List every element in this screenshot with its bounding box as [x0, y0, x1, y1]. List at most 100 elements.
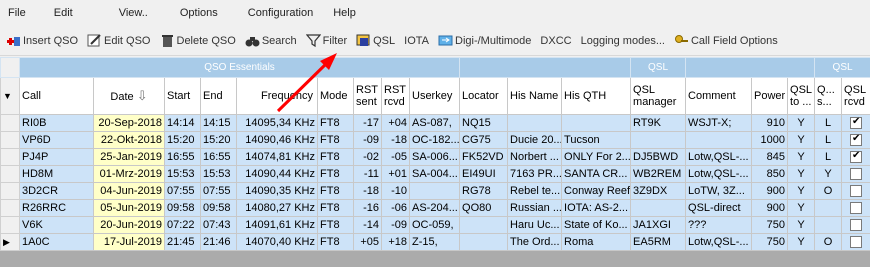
cell-power[interactable]: 845	[751, 148, 789, 166]
cell-call[interactable]: V6K	[19, 216, 94, 234]
cell-userkey[interactable]	[408, 182, 461, 200]
cell-locator[interactable]: RG78	[459, 182, 509, 200]
row-indicator[interactable]: ▶	[0, 233, 20, 251]
col-locator[interactable]: Locator	[459, 77, 509, 115]
col-date[interactable]: Date ⇩	[93, 77, 165, 115]
col-end[interactable]: End	[200, 77, 237, 115]
cell-frequency[interactable]: 14080,27 KHz	[236, 199, 318, 217]
cell-his-name[interactable]: Rebel te...	[507, 182, 563, 200]
cell-his-name[interactable]: The Ord...	[507, 233, 563, 251]
cell-call[interactable]: VP6D	[19, 131, 94, 149]
cell-userkey[interactable]: Z-15,	[408, 233, 461, 251]
cell-comment[interactable]: WSJT-X;	[685, 114, 753, 132]
dxcc-button[interactable]: DXCC	[534, 29, 574, 53]
col-his-name[interactable]: His Name	[507, 77, 563, 115]
menu-file[interactable]: File	[0, 7, 26, 19]
col-userkey[interactable]: Userkey	[408, 77, 461, 115]
menu-help[interactable]: Help	[325, 7, 356, 19]
cell-userkey[interactable]: OC-182...	[408, 131, 461, 149]
cell-mode[interactable]: FT8	[317, 182, 354, 200]
cell-power[interactable]: 900	[751, 199, 789, 217]
cell-comment[interactable]: ???	[685, 216, 753, 234]
menu-edit[interactable]: Edit	[46, 7, 73, 19]
cell-rst-sent[interactable]: -11	[353, 165, 382, 183]
cell-power[interactable]: 910	[751, 114, 789, 132]
cell-mode[interactable]: FT8	[317, 114, 354, 132]
cell-his-qth[interactable]: Conway Reef	[561, 182, 632, 200]
cell-comment[interactable]: Lotw,QSL-...	[685, 165, 753, 183]
cell-locator[interactable]	[459, 233, 509, 251]
cell-call[interactable]: HD8M	[19, 165, 94, 183]
filter-button[interactable]: Filter	[300, 29, 350, 53]
cell-start[interactable]: 07:55	[164, 182, 201, 200]
cell-rst-rcvd[interactable]: -05	[381, 148, 410, 166]
cell-qsl-manager[interactable]	[630, 199, 687, 217]
cell-rst-rcvd[interactable]: -10	[381, 182, 410, 200]
col-comment[interactable]: Comment	[685, 77, 753, 115]
cell-rst-sent[interactable]: -14	[353, 216, 382, 234]
cell-qsl-to[interactable]: Y	[787, 114, 816, 132]
cell-date[interactable]: 22-Okt-2018	[93, 131, 165, 149]
cell-qsl-manager[interactable]: DJ5BWD	[630, 148, 687, 166]
digi-multimode-button[interactable]: Digi-/Multimode	[432, 29, 534, 53]
cell-frequency[interactable]: 14090,35 KHz	[236, 182, 318, 200]
cell-his-qth[interactable]	[561, 114, 632, 132]
cell-qsl-manager[interactable]	[630, 131, 687, 149]
cell-qsl-rcvd[interactable]	[841, 148, 870, 166]
col-qsl-manager[interactable]: QSL manager	[630, 77, 687, 115]
cell-q-s[interactable]	[814, 216, 843, 234]
cell-userkey[interactable]: SA-004...	[408, 165, 461, 183]
cell-qsl-to[interactable]: Y	[787, 148, 816, 166]
qsl-rcvd-checkbox[interactable]	[850, 168, 863, 181]
table-row[interactable]: RI0B 20-Sep-2018 14:14 14:15 14095,34 KHz FT8…	[0, 114, 870, 132]
cell-rst-sent[interactable]: -17	[353, 114, 382, 132]
table-row[interactable]: PJ4P 25-Jan-2019 16:55 16:55 14074,81 KHz FT8…	[0, 148, 870, 166]
cell-frequency[interactable]: 14070,40 KHz	[236, 233, 318, 251]
cell-rst-rcvd[interactable]: -09	[381, 216, 410, 234]
cell-userkey[interactable]: AS-087,	[408, 114, 461, 132]
cell-comment[interactable]	[685, 131, 753, 149]
cell-start[interactable]: 07:22	[164, 216, 201, 234]
qsl-rcvd-checkbox[interactable]	[850, 150, 863, 164]
cell-call[interactable]: 3D2CR	[19, 182, 94, 200]
cell-end[interactable]: 09:58	[200, 199, 237, 217]
cell-end[interactable]: 15:53	[200, 165, 237, 183]
cell-rst-sent[interactable]: +05	[353, 233, 382, 251]
qsl-rcvd-checkbox[interactable]	[850, 116, 863, 130]
row-indicator[interactable]	[0, 199, 20, 217]
col-rst-rcvd[interactable]: RST rcvd	[381, 77, 410, 115]
cell-his-qth[interactable]: Roma	[561, 233, 632, 251]
qsl-rcvd-checkbox[interactable]	[850, 185, 863, 198]
cell-power[interactable]: 850	[751, 165, 789, 183]
cell-his-qth[interactable]: SANTA CR...	[561, 165, 632, 183]
cell-date[interactable]: 04-Jun-2019	[93, 182, 165, 200]
cell-start[interactable]: 16:55	[164, 148, 201, 166]
delete-qso-button[interactable]: Delete QSO	[154, 29, 239, 53]
col-frequency[interactable]: Frequency	[236, 77, 318, 115]
cell-date[interactable]: 20-Sep-2018	[93, 114, 165, 132]
cell-frequency[interactable]: 14090,44 KHz	[236, 165, 318, 183]
cell-rst-rcvd[interactable]: -18	[381, 131, 410, 149]
qso-grid[interactable]: QSO Essentials QSL QSL ▼ Call Date ⇩ Sta…	[0, 57, 870, 267]
cell-qsl-rcvd[interactable]	[841, 114, 870, 132]
cell-end[interactable]: 07:55	[200, 182, 237, 200]
cell-q-s[interactable]: L	[814, 148, 843, 166]
cell-qsl-manager[interactable]: JA1XGI	[630, 216, 687, 234]
qsl-rcvd-checkbox[interactable]	[850, 236, 863, 249]
insert-qso-button[interactable]: Insert QSO	[0, 29, 81, 53]
cell-userkey[interactable]: OC-059,	[408, 216, 461, 234]
cell-q-s[interactable]: L	[814, 131, 843, 149]
cell-qsl-rcvd[interactable]	[841, 131, 870, 149]
cell-frequency[interactable]: 14090,46 KHz	[236, 131, 318, 149]
search-button[interactable]: Search	[239, 29, 300, 53]
cell-rst-rcvd[interactable]: +04	[381, 114, 410, 132]
cell-his-name[interactable]: Ducie 20...	[507, 131, 563, 149]
cell-q-s[interactable]: L	[814, 114, 843, 132]
table-row[interactable]: HD8M 01-Mrz-2019 15:53 15:53 14090,44 KHz FT8…	[0, 165, 870, 183]
cell-qsl-manager[interactable]: WB2REM	[630, 165, 687, 183]
cell-rst-rcvd[interactable]: -06	[381, 199, 410, 217]
cell-qsl-to[interactable]: Y	[787, 165, 816, 183]
row-indicator[interactable]	[0, 148, 20, 166]
cell-frequency[interactable]: 14095,34 KHz	[236, 114, 318, 132]
row-indicator[interactable]	[0, 131, 20, 149]
